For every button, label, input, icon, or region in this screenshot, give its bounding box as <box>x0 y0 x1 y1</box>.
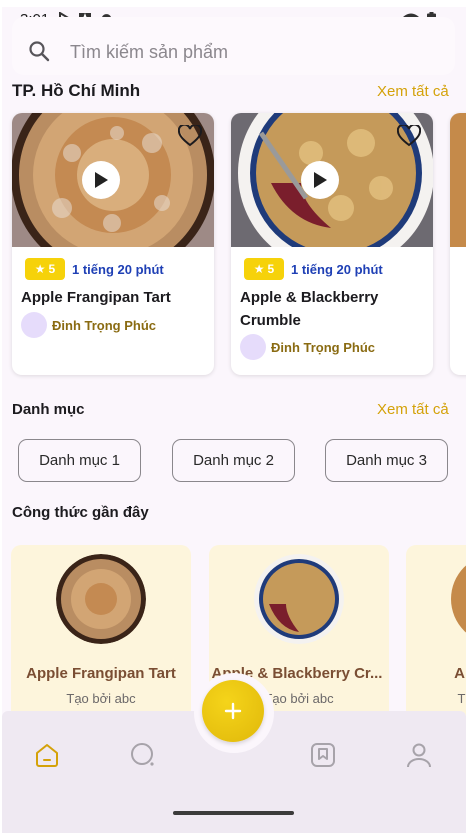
author-name: Đinh Trọng Phúc <box>271 340 375 355</box>
saved-icon[interactable] <box>309 741 337 769</box>
category-chip[interactable]: Danh mục 3 <box>325 439 448 482</box>
recipe-image-crumble <box>231 113 433 247</box>
recipe-duration: 1 tiếng 20 phút <box>291 262 383 277</box>
featured-see-all-link[interactable]: Xem tất cả <box>377 83 449 100</box>
recipe-image <box>450 113 466 247</box>
search-icon[interactable] <box>129 741 157 769</box>
featured-recipe-card[interactable]: ★ 5 1 tiếng 20 phút Apple & Blackberry C… <box>231 113 433 375</box>
featured-recipe-card[interactable] <box>450 113 466 375</box>
categories-see-all-link[interactable]: Xem tất cả <box>377 401 449 418</box>
play-video-button[interactable] <box>301 161 339 199</box>
app-screen: 3:01 Tìm kiếm sản phẩm TP. Hồ Chí Minh X… <box>2 7 466 833</box>
rating-value: 5 <box>48 262 56 276</box>
search-input[interactable]: Tìm kiếm sản phẩm <box>70 42 228 63</box>
recipe-image-tart <box>12 113 214 247</box>
rating-badge: ★ 5 <box>25 258 65 280</box>
recent-section-title: Công thức gần đây <box>12 504 149 521</box>
recipe-name: Apple Frangipan Tart <box>21 289 171 306</box>
featured-section-title: TP. Hồ Chí Minh <box>12 81 141 100</box>
star-icon: ★ <box>253 262 265 276</box>
categories-section-title: Danh mục <box>12 401 85 418</box>
star-icon: ★ <box>34 262 46 276</box>
featured-recipe-card[interactable]: ★ 5 1 tiếng 20 phút Apple Frangipan Tart… <box>12 113 214 375</box>
favorite-heart-icon[interactable] <box>178 125 202 147</box>
recent-recipe-name: Apple Frangipan Tart <box>26 665 176 682</box>
plus-icon <box>224 702 242 720</box>
category-chip[interactable]: Danh mục 2 <box>172 439 295 482</box>
recent-recipe-image <box>451 554 466 644</box>
recent-recipe-image <box>254 554 344 644</box>
recent-recipe-name: A <box>454 665 465 682</box>
play-video-button[interactable] <box>82 161 120 199</box>
recipe-duration: 1 tiếng 20 phút <box>72 262 164 277</box>
rating-value: 5 <box>267 262 275 276</box>
author-avatar <box>21 312 47 338</box>
recipe-name: Apple & Blackberry Crumble <box>240 289 379 329</box>
home-icon[interactable] <box>33 741 61 769</box>
search-icon <box>29 41 50 62</box>
author-avatar <box>240 334 266 360</box>
recent-recipe-author: T <box>457 691 466 706</box>
play-icon <box>314 172 327 188</box>
profile-icon[interactable] <box>405 741 433 769</box>
add-recipe-button[interactable] <box>202 680 264 742</box>
recent-recipe-image <box>56 554 146 644</box>
author-name: Đinh Trọng Phúc <box>52 318 156 333</box>
favorite-heart-icon[interactable] <box>397 125 421 147</box>
home-indicator[interactable] <box>173 811 294 815</box>
rating-badge: ★ 5 <box>244 258 284 280</box>
search-bar[interactable]: Tìm kiếm sản phẩm <box>12 17 455 75</box>
play-icon <box>95 172 108 188</box>
category-chip[interactable]: Danh mục 1 <box>18 439 141 482</box>
recent-recipe-author: Tạo bởi abc <box>66 691 136 706</box>
